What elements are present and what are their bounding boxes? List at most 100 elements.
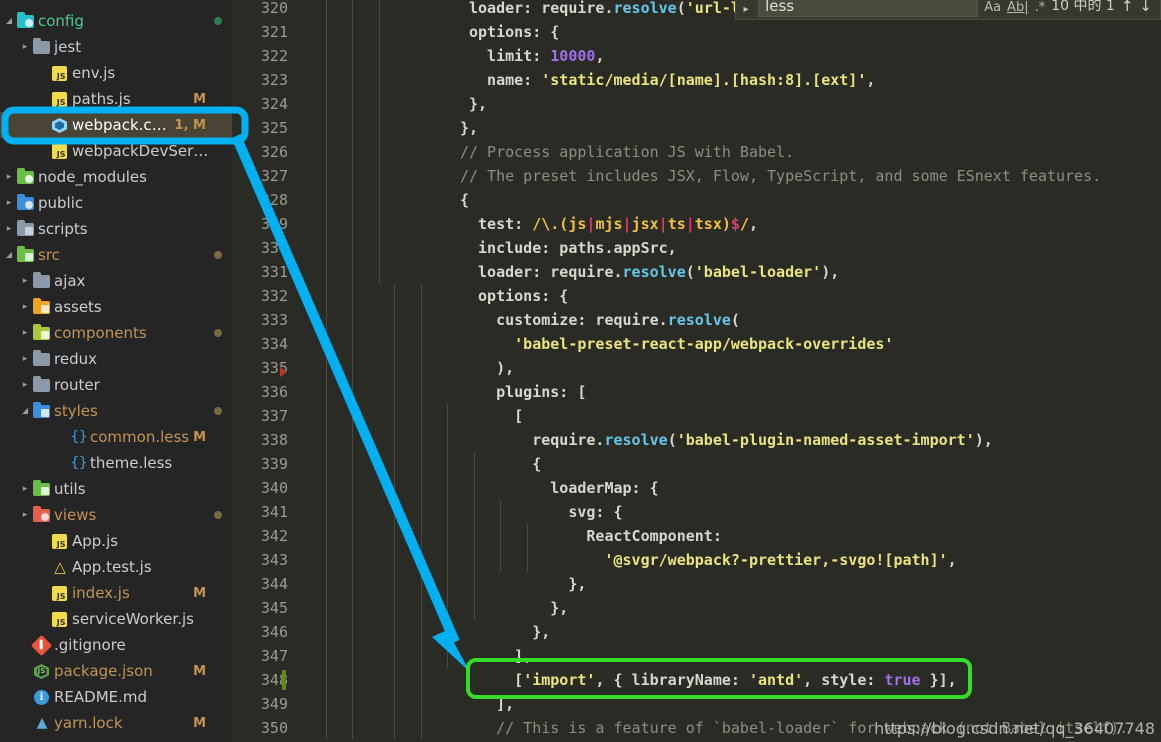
code-line[interactable]: ], (460, 644, 532, 668)
tree-item-components[interactable]: components (0, 320, 232, 346)
code-line[interactable]: include: paths.appSrc, (460, 236, 677, 260)
line-number[interactable]: 339 (261, 452, 288, 476)
line-number[interactable]: 344 (261, 572, 288, 596)
line-number[interactable]: 321 (261, 20, 288, 44)
line-number[interactable]: 328 (261, 188, 288, 212)
line-number[interactable]: 345 (261, 596, 288, 620)
line-number[interactable]: 322 (261, 44, 288, 68)
tree-item-node-modules[interactable]: node_modules (0, 164, 232, 190)
tree-item-assets[interactable]: assets (0, 294, 232, 320)
tree-item-webpackdevserver-c[interactable]: JSwebpackDevServer.c... (0, 138, 232, 164)
tree-item-jest[interactable]: jest (0, 34, 232, 60)
code-line[interactable]: loader: require.resolve('babel-loader'), (460, 260, 839, 284)
find-input[interactable]: less (758, 0, 979, 17)
chevron-right-icon[interactable] (18, 294, 32, 320)
tree-item-paths-js[interactable]: JS paths.js M (0, 86, 232, 112)
tree-item-config[interactable]: config (0, 8, 232, 34)
line-number[interactable]: 346 (261, 620, 288, 644)
tree-item-ajax[interactable]: ajax (0, 268, 232, 294)
line-number[interactable]: 347 (261, 644, 288, 668)
chevron-right-icon[interactable] (18, 476, 32, 502)
tree-item-src[interactable]: src (0, 242, 232, 268)
code-line[interactable]: require.resolve('babel-plugin-named-asse… (460, 428, 993, 452)
chevron-right-icon[interactable] (2, 216, 16, 242)
tree-item-readme-md[interactable]: i README.md (0, 684, 232, 710)
code-line[interactable]: }, (460, 572, 586, 596)
line-number[interactable]: 338 (261, 428, 288, 452)
chevron-right-icon[interactable] (18, 502, 32, 528)
line-number[interactable]: 324 (261, 92, 288, 116)
line-number-gutter[interactable]: 320 321 322 323 324 325 326 327 328 329 330 331 332 3… (232, 0, 300, 742)
line-number[interactable]: 341 (261, 500, 288, 524)
breakpoint-marker-icon[interactable] (280, 367, 287, 377)
code-line[interactable]: // Process application JS with Babel. (460, 140, 794, 164)
chevron-right-icon[interactable]: ▸ (740, 4, 752, 17)
tree-item-yarn-lock[interactable]: ▲ yarn.lock M (0, 710, 232, 736)
chevron-right-icon[interactable] (18, 320, 32, 346)
tree-item-serviceworker-js[interactable]: JS serviceWorker.js (0, 606, 232, 632)
tree-item-styles[interactable]: styles (0, 398, 232, 424)
code-line[interactable]: options: { (460, 284, 568, 308)
line-number[interactable]: 327 (261, 164, 288, 188)
line-number[interactable]: 333 (261, 308, 288, 332)
chevron-right-icon[interactable] (2, 164, 16, 190)
code-line[interactable]: limit: 10000, (469, 44, 604, 68)
line-number[interactable]: 336 (261, 380, 288, 404)
code-line[interactable]: svg: { (460, 500, 622, 524)
line-number[interactable]: 332 (261, 284, 288, 308)
code-line[interactable]: ), (460, 356, 514, 380)
line-number[interactable]: 342 (261, 524, 288, 548)
line-number[interactable]: 320 (261, 0, 288, 20)
code-line[interactable]: // The preset includes JSX, Flow, TypeSc… (460, 164, 1101, 188)
tree-item-webpack-confi[interactable]: webpack.confi...1, M (0, 112, 232, 138)
chevron-down-icon[interactable] (2, 8, 16, 34)
chevron-right-icon[interactable] (18, 34, 32, 60)
line-number[interactable]: 330 (261, 236, 288, 260)
file-explorer-sidebar[interactable]: configjestJSenv.jsJSpaths.jsMwebpack.con… (0, 0, 232, 742)
line-number[interactable]: 349 (261, 692, 288, 716)
line-number[interactable]: 337 (261, 404, 288, 428)
code-line[interactable]: ReactComponent: (460, 524, 721, 548)
tree-item-redux[interactable]: redux (0, 346, 232, 372)
tree-item-router[interactable]: router (0, 372, 232, 398)
code-line[interactable]: }, (469, 92, 487, 116)
line-number[interactable]: 334 (261, 332, 288, 356)
code-line[interactable]: }, (460, 116, 478, 140)
find-widget[interactable]: ▸ less Aa Ab| .* 10 中的 1 ↑ ↓ (735, 0, 1161, 20)
tree-item-gitignore[interactable]: .gitignore (0, 632, 232, 658)
code-line[interactable]: 'babel-preset-react-app/webpack-override… (460, 332, 893, 356)
code-line[interactable]: customize: require.resolve( (460, 308, 740, 332)
line-number[interactable]: 325 (261, 116, 288, 140)
code-line[interactable]: options: { (469, 20, 559, 44)
code-line[interactable]: [ (460, 404, 523, 428)
line-number[interactable]: 343 (261, 548, 288, 572)
tree-item-app-js[interactable]: JS App.js (0, 528, 232, 554)
code-line[interactable]: test: /\.(js|mjs|jsx|ts|tsx)$/, (460, 212, 758, 236)
code-line[interactable]: { (460, 452, 541, 476)
line-number[interactable]: 331 (261, 260, 288, 284)
code-line[interactable]: name: 'static/media/[name].[hash:8].[ext… (469, 68, 875, 92)
tree-item-public[interactable]: public (0, 190, 232, 216)
tree-item-views[interactable]: views (0, 502, 232, 528)
chevron-right-icon[interactable] (18, 372, 32, 398)
code-line[interactable]: }, (460, 620, 550, 644)
code-line[interactable]: { (460, 188, 469, 212)
line-number[interactable]: 340 (261, 476, 288, 500)
code-line[interactable]: plugins: [ (460, 380, 586, 404)
code-content[interactable]: loader: require.resolve('url-lo options: … (300, 0, 1161, 742)
find-previous-button[interactable]: ↑ (1121, 0, 1134, 17)
chevron-down-icon[interactable] (18, 398, 32, 424)
whole-word-toggle[interactable]: Ab| (1007, 0, 1029, 15)
find-next-button[interactable]: ↓ (1139, 0, 1152, 17)
line-number[interactable]: 326 (261, 140, 288, 164)
line-number[interactable]: 323 (261, 68, 288, 92)
code-line[interactable]: }, (460, 596, 568, 620)
tree-item-app-test-js[interactable]: △ App.test.js (0, 554, 232, 580)
code-line[interactable]: loader: require.resolve('url-lo (469, 0, 749, 20)
chevron-right-icon[interactable] (2, 190, 16, 216)
chevron-right-icon[interactable] (18, 268, 32, 294)
tree-item-common-less[interactable]: {} common.less M (0, 424, 232, 450)
chevron-down-icon[interactable] (2, 242, 16, 268)
code-line[interactable]: ['import', { libraryName: 'antd', style:… (460, 668, 957, 692)
tree-item-index-js[interactable]: JS index.js M (0, 580, 232, 606)
